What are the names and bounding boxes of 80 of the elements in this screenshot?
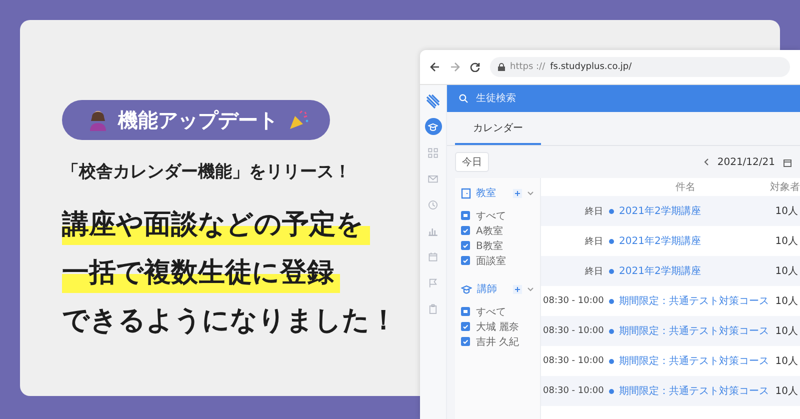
graduation-cap-icon[interactable] [428,122,438,132]
calendar-icon[interactable] [783,158,792,166]
filter-title: 教室 [476,186,497,200]
calendar-tab[interactable]: カレンダー [455,112,541,145]
lock-icon [498,63,505,71]
time-cell-text: 終日 [584,236,603,248]
event-link[interactable]: 期間限定：共通テスト対策コース [619,294,772,308]
time-cell: 08:30 - 10:00 [543,326,603,336]
date-label: 2021/12/21 [717,156,775,168]
event-dot-icon [609,298,614,304]
chevron-down-icon[interactable] [527,286,534,292]
event-link[interactable]: 2021年2学期講座 [619,264,772,278]
time-cell-text: 終日 [584,206,603,218]
plus-icon[interactable] [513,284,522,294]
party-popper-icon [288,109,310,131]
chevron-left-icon[interactable] [703,158,710,166]
time-cell: 08:30 - 10:00 [543,386,603,396]
headline-line: できるようになりました！ [62,304,398,338]
mail-icon[interactable] [428,174,438,184]
count-cell-text: 10人 [774,295,798,308]
search-icon [459,94,468,103]
reload-icon[interactable] [470,62,480,72]
event-dot-icon [609,238,614,244]
event-link[interactable]: 2021年2学期講座 [619,234,772,248]
count-cell-text: 10人 [774,385,798,398]
checkbox[interactable] [461,226,470,235]
clock-icon[interactable] [428,200,438,210]
checkbox[interactable] [461,211,470,220]
filter-option-label: A教室 [476,224,503,238]
filter-option-label: 面談室 [476,254,506,268]
filter-option-label: 大城 麗奈 [476,320,520,334]
filter-title: 講師 [477,282,498,296]
count-cell-text: 10人 [774,355,798,368]
checkbox[interactable] [461,241,470,250]
person-icon [88,109,108,131]
event-link[interactable]: 期間限定：共通テスト対策コース [619,354,772,368]
nav-item[interactable] [424,118,442,135]
stripes-logo-icon[interactable] [425,93,441,109]
url-host: fs.studyplus.co.jp/ [550,62,632,72]
event-link[interactable]: 期間限定：共通テスト対策コース [619,324,772,338]
event-dot-icon [609,358,614,364]
teacher-icon [461,284,472,294]
count-cell-text: 10人 [774,205,798,218]
count-cell-text: 10人 [774,235,798,248]
event-dot-icon [609,268,614,274]
forward-arrow-icon[interactable] [450,62,460,72]
plus-icon[interactable] [513,188,522,198]
filter-option-label: すべて [476,210,506,222]
event-dot-icon [609,388,614,394]
back-arrow-icon[interactable] [430,62,440,72]
bar-chart-icon[interactable] [428,226,438,236]
column-header: 件名 [674,181,696,194]
event-link[interactable]: 期間限定：共通テスト対策コース [619,384,772,398]
count-cell-text: 10人 [774,265,798,278]
checkbox[interactable] [461,322,470,331]
address-bar[interactable]: https :// fs.studyplus.co.jp/ [490,57,790,77]
url-scheme: https :// [510,62,546,72]
time-cell: 08:30 - 10:00 [543,296,603,306]
checkbox[interactable] [461,256,470,265]
today-button[interactable]: 今日 [455,152,489,172]
column-header: 対象者 [770,180,800,194]
filter-option-label: B教室 [476,240,503,252]
time-cell: 08:30 - 10:00 [543,356,603,366]
filter-option-label: 吉井 久紀 [476,336,520,348]
checkbox[interactable] [461,307,470,316]
checkbox[interactable] [461,337,470,346]
filter-option-label: すべて [476,306,506,318]
grid-icon[interactable] [428,148,438,158]
time-cell-text: 終日 [584,266,603,278]
clipboard-icon[interactable] [428,304,438,314]
student-search-field[interactable]: 生徒検索 [476,93,596,104]
event-link[interactable]: 2021年2学期講座 [619,204,772,218]
badge-label: 機能アップデート [118,106,278,134]
subtitle: 「校舎カレンダー機能」をリリース！ [62,161,351,183]
event-dot-icon [609,328,614,334]
count-cell-text: 10人 [774,325,798,338]
flag-icon[interactable] [428,278,438,288]
chevron-down-icon[interactable] [527,190,534,196]
door-icon [461,188,471,198]
event-dot-icon [609,208,614,214]
